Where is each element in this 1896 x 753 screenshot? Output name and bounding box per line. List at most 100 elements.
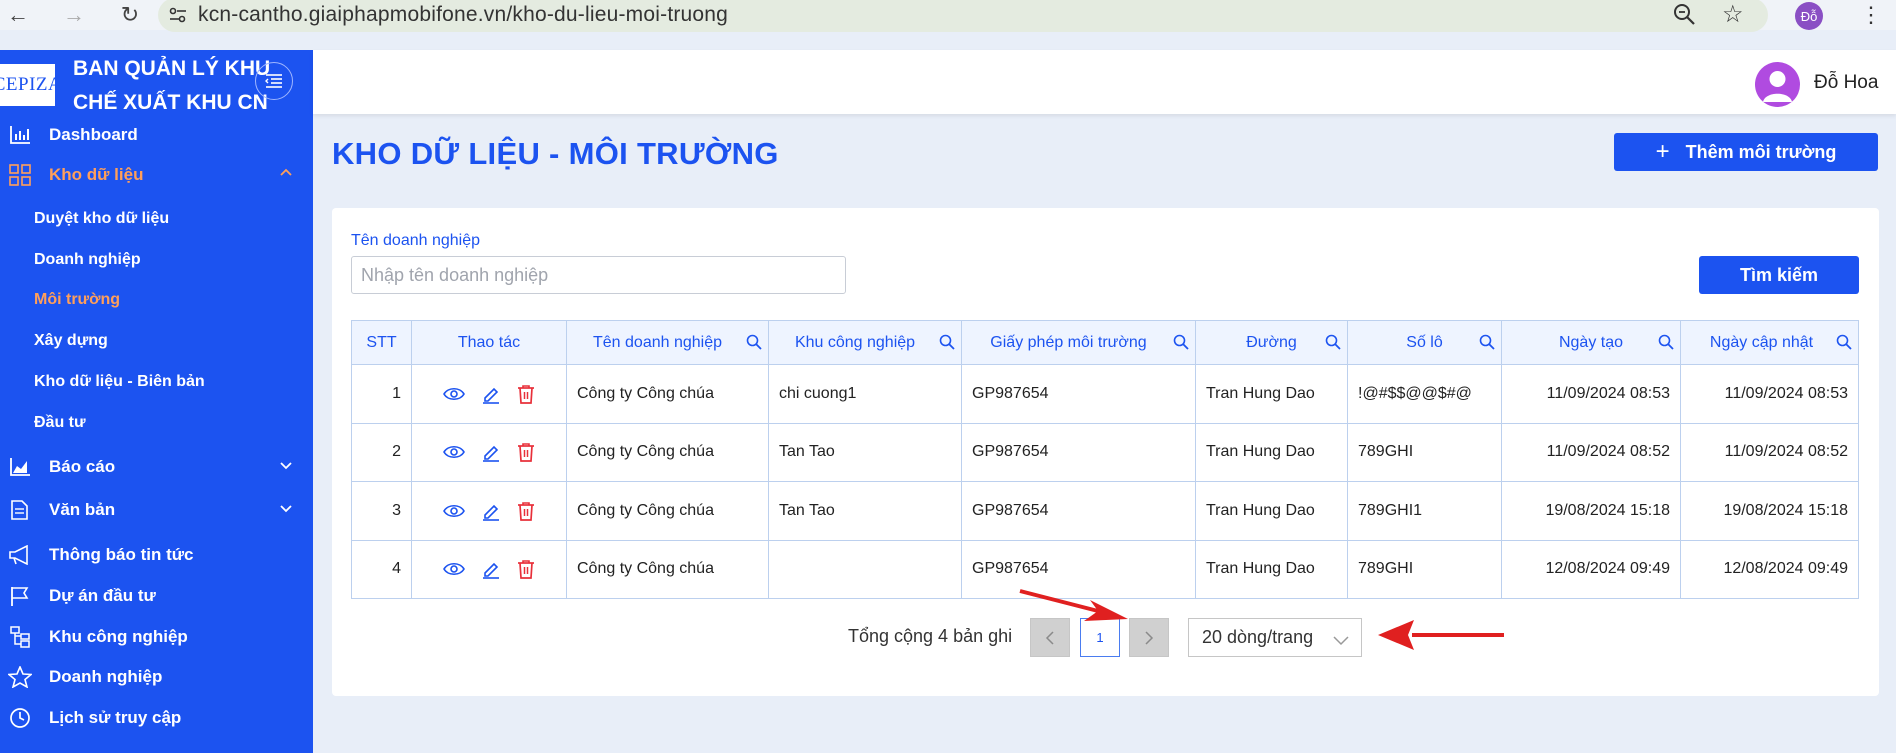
table-header-row: STT Thao tác Tên doanh nghiệp Khu công n… xyxy=(351,320,1859,365)
cell-company: Công ty Công chúa xyxy=(566,481,769,541)
cell-stt: 3 xyxy=(351,481,412,541)
user-avatar[interactable] xyxy=(1755,62,1800,107)
column-search-icon[interactable] xyxy=(1325,334,1341,355)
view-icon[interactable] xyxy=(442,504,465,518)
column-search-icon[interactable] xyxy=(1836,334,1852,355)
sidebar-subitem-duyet-kho[interactable]: Duyệt kho dữ liệu xyxy=(34,204,169,234)
address-bar[interactable]: kcn-cantho.giaiphapmobifone.vn/kho-du-li… xyxy=(158,0,1768,32)
column-header-permit: Giấy phép môi trường xyxy=(961,320,1196,365)
column-header-zone: Khu công nghiệp xyxy=(768,320,962,365)
cell-created: 12/08/2024 09:49 xyxy=(1501,539,1681,599)
page-title: KHO DỮ LIỆU - MÔI TRƯỜNG xyxy=(332,136,779,171)
column-search-icon[interactable] xyxy=(746,334,762,355)
cell-street: Tran Hung Dao xyxy=(1195,539,1348,599)
page-size-select[interactable]: 20 dòng/trang xyxy=(1188,618,1362,657)
cell-zone: Tan Tao xyxy=(768,481,962,541)
sidebar-collapse-button[interactable] xyxy=(255,62,293,100)
chevron-up-icon xyxy=(279,165,293,185)
sidebar-item-thong-bao[interactable]: Thông báo tin tức xyxy=(0,535,313,575)
cell-permit: GP987654 xyxy=(961,422,1196,482)
column-header-actions: Thao tác xyxy=(411,320,567,365)
column-header-updated: Ngày cập nhật xyxy=(1680,320,1859,365)
view-icon[interactable] xyxy=(442,387,465,401)
edit-icon[interactable] xyxy=(481,384,501,404)
url-text: kcn-cantho.giaiphapmobifone.vn/kho-du-li… xyxy=(198,3,729,26)
sidebar-subitem-moi-truong[interactable]: Môi trường xyxy=(34,285,120,315)
cell-company: Công ty Công chúa xyxy=(566,364,769,424)
search-button[interactable]: Tìm kiếm xyxy=(1699,256,1859,294)
sidebar-item-label: Văn bản xyxy=(49,500,116,519)
edit-icon[interactable] xyxy=(481,442,501,463)
sidebar-subitem-doanh-nghiep[interactable]: Doanh nghiệp xyxy=(34,245,141,275)
column-search-icon[interactable] xyxy=(939,334,955,355)
column-header-lot: Số lô xyxy=(1347,320,1502,365)
table-row: 4 Công ty Công chúa GP987654 Tran Hung D… xyxy=(351,539,1859,599)
cell-created: 11/09/2024 08:52 xyxy=(1501,422,1681,482)
sidebar-subitem-dau-tu[interactable]: Đầu tư xyxy=(34,408,86,438)
cell-updated: 11/09/2024 08:53 xyxy=(1680,364,1859,424)
sidebar-item-label: Khu công nghiệp xyxy=(49,627,188,646)
cell-company: Công ty Công chúa xyxy=(566,422,769,482)
page-number-current[interactable]: 1 xyxy=(1080,618,1120,657)
delete-icon[interactable] xyxy=(517,442,535,463)
sidebar-item-label: Báo cáo xyxy=(49,457,116,476)
browser-profile-avatar[interactable]: Đỗ xyxy=(1795,2,1823,30)
sidebar-item-label: Thông báo tin tức xyxy=(49,545,194,564)
delete-icon[interactable] xyxy=(517,384,535,404)
cell-permit: GP987654 xyxy=(961,481,1196,541)
sidebar-item-label: Kho dữ liệu xyxy=(49,165,144,184)
next-page-button[interactable] xyxy=(1129,618,1169,657)
delete-icon[interactable] xyxy=(517,501,535,521)
sidebar-item-khu-cong-nghiep[interactable]: Khu công nghiệp xyxy=(0,617,313,657)
column-header-stt: STT xyxy=(351,320,412,365)
cell-created: 19/08/2024 15:18 xyxy=(1501,481,1681,541)
cell-updated: 19/08/2024 15:18 xyxy=(1680,481,1859,541)
cell-street: Tran Hung Dao xyxy=(1195,364,1348,424)
site-settings-icon[interactable] xyxy=(158,6,198,24)
column-search-icon[interactable] xyxy=(1173,334,1189,355)
edit-icon[interactable] xyxy=(481,559,501,580)
column-header-company: Tên doanh nghiệp xyxy=(566,320,769,365)
company-name-search-input[interactable] xyxy=(351,256,846,294)
view-icon[interactable] xyxy=(442,562,465,576)
sidebar-subitem-bien-ban[interactable]: Kho dữ liệu - Biên bản xyxy=(34,367,205,397)
sidebar-item-label: Dashboard xyxy=(49,125,138,144)
edit-icon[interactable] xyxy=(481,501,501,521)
prev-page-button[interactable] xyxy=(1030,618,1070,657)
bookmark-star-icon[interactable]: ☆ xyxy=(1722,0,1744,29)
delete-icon[interactable] xyxy=(517,559,535,580)
cell-lot: 789GHI xyxy=(1347,539,1502,599)
sidebar-item-du-an[interactable]: Dự án đầu tư xyxy=(0,576,313,616)
sidebar-item-label: Lịch sử truy cập xyxy=(49,708,182,727)
grid-icon xyxy=(6,164,34,186)
back-icon[interactable]: ← xyxy=(0,0,36,30)
cell-created: 11/09/2024 08:53 xyxy=(1501,364,1681,424)
sidebar-item-label: Dự án đầu tư xyxy=(49,586,156,605)
view-icon[interactable] xyxy=(442,445,465,459)
column-header-created: Ngày tạo xyxy=(1501,320,1681,365)
area-chart-icon xyxy=(6,457,34,477)
add-environment-button[interactable]: + Thêm môi trường xyxy=(1614,133,1878,171)
sidebar-item-doanh-nghiep[interactable]: Doanh nghiệp xyxy=(0,657,313,697)
zoom-icon[interactable] xyxy=(1672,0,1698,33)
sidebar-subitem-xay-dung[interactable]: Xây dựng xyxy=(34,326,108,356)
column-search-icon[interactable] xyxy=(1658,334,1674,355)
cell-lot: 789GHI xyxy=(1347,422,1502,482)
org-chart-icon xyxy=(6,626,34,648)
sidebar-item-dashboard[interactable]: Dashboard xyxy=(0,115,313,155)
cell-permit: GP987654 xyxy=(961,539,1196,599)
sidebar-item-van-ban[interactable]: Văn bản xyxy=(0,490,313,530)
column-header-street: Đường xyxy=(1195,320,1348,365)
logo: CEPIZA xyxy=(0,64,62,106)
column-search-icon[interactable] xyxy=(1479,334,1495,355)
forward-icon[interactable]: → xyxy=(56,0,92,30)
chevron-right-icon xyxy=(1145,630,1154,645)
sidebar-item-kho-du-lieu[interactable]: Kho dữ liệu xyxy=(0,155,313,195)
sidebar-item-bao-cao[interactable]: Báo cáo xyxy=(0,447,313,487)
reload-icon[interactable]: ↻ xyxy=(112,0,148,30)
cell-actions xyxy=(411,422,567,482)
user-name[interactable]: Đỗ Hoa xyxy=(1814,72,1878,94)
browser-menu-icon[interactable]: ⋮ xyxy=(1860,0,1882,30)
sidebar-item-lich-su[interactable]: Lịch sử truy cập xyxy=(0,698,313,738)
cell-permit: GP987654 xyxy=(961,364,1196,424)
